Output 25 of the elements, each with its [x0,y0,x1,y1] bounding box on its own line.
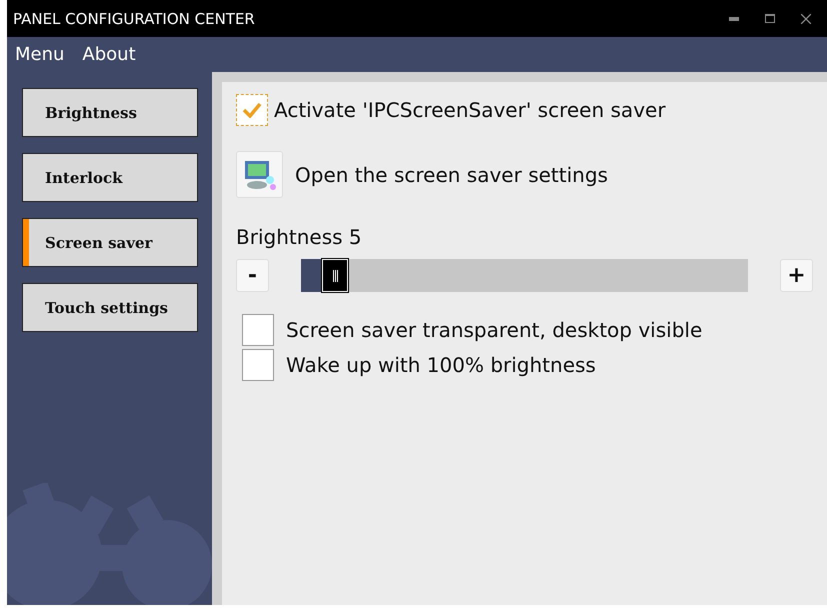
nav-button[interactable]: Touch settings [22,283,198,332]
minimize-icon [729,16,739,20]
nav-button[interactable]: Interlock [22,153,198,202]
nav-button[interactable]: Screen saver [22,218,198,267]
nav-button[interactable]: Brightness [22,88,198,137]
menu-item[interactable]: Menu [15,44,64,65]
activate-checkbox[interactable] [236,94,268,126]
settings-icon-button[interactable] [236,151,283,198]
brightness-slider[interactable] [301,259,748,292]
check-icon [242,102,262,118]
settings-link[interactable]: Open the screen saver settings [295,162,608,186]
menu-item[interactable]: About [82,44,136,65]
checkbox-label: Screen saver transparent, desktop visible [286,318,702,342]
increase-button[interactable]: + [780,259,813,292]
grip-icon [332,270,338,282]
close-icon [801,14,811,24]
checkbox-label: Wake up with 100% brightness [286,353,596,377]
window-title: PANEL CONFIGURATION CENTER [13,10,256,28]
maximize-icon [765,14,775,23]
decrease-button[interactable]: - [236,259,269,292]
slider-thumb[interactable] [322,259,348,292]
checkbox[interactable] [242,314,274,346]
brightness-label: Brightness 5 [236,225,363,249]
checkbox-label: Activate 'IPCScreenSaver' screen saver [274,98,666,122]
checkbox[interactable] [242,349,274,381]
